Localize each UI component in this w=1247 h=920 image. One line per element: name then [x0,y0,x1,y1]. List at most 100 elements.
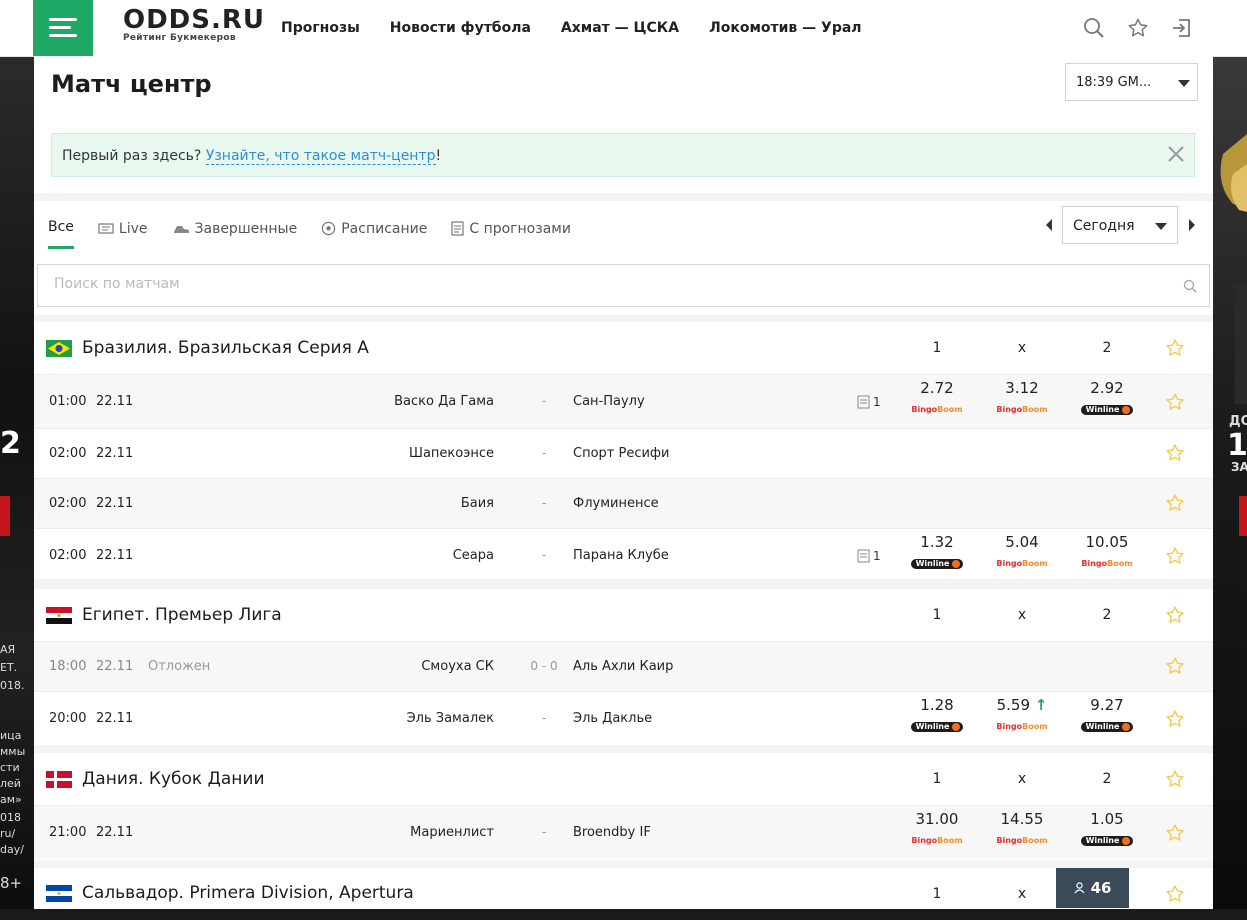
star-icon[interactable] [1165,443,1185,463]
menu-button[interactable] [33,0,93,56]
predictions-number: 1 [873,395,881,409]
match-row[interactable]: 18:00 22.11 Отложен Смоуха СК 0 - 0 Аль … [34,641,1213,691]
score-separator: - [541,446,547,460]
odd-1[interactable]: 31.00 BingoBoom [905,810,969,847]
nav-link-match-2[interactable]: Локомотив — Урал [709,20,861,36]
league-name[interactable]: Египет. Премьер Лига [82,605,282,625]
odd-1[interactable]: 2.72 BingoBoom [905,379,969,416]
odd-1[interactable]: 1.28 Winline [905,696,969,733]
odd-1[interactable]: 1.32 Winline [905,533,969,570]
league-header: Сальвадор. Primera Division, Apertura 1 … [34,868,1213,920]
day-select[interactable]: Сегодня [1062,206,1178,244]
away-team[interactable]: Broendby IF [573,825,651,840]
search-icon[interactable] [1183,279,1197,293]
away-team[interactable]: Эль Даклье [573,711,652,726]
match-status: Отложен [148,659,211,674]
tab-with-predictions[interactable]: С прогнозами [451,219,571,249]
flag-egypt-icon [46,607,72,624]
timezone-select[interactable]: 18:39 GM... [1065,63,1198,101]
right-ad-banner[interactable]: ДО 1( ЗА [1213,56,1247,909]
away-team[interactable]: Аль Ахли Каир [573,659,673,674]
match-row[interactable]: 02:00 22.11 Шапекоэнсе - Спорт Ресифи [34,428,1213,478]
home-team[interactable]: Мариенлист [410,825,494,840]
favorites-star-icon[interactable] [1127,17,1149,39]
online-users-badge[interactable]: 46 [1056,868,1129,908]
odd-x[interactable]: 3.12 BingoBoom [990,379,1054,416]
flag-denmark-icon [46,771,72,788]
home-team[interactable]: Эль Замалек [407,711,494,726]
left-ad-banner[interactable]: АЯ ЕТ. 018. ица ммы сти лей ам» 018 ru/ … [0,56,34,909]
login-icon[interactable] [1171,17,1193,39]
odd-2[interactable]: 10.05 BingoBoom [1075,533,1139,570]
away-team[interactable]: Флуминенсе [573,496,659,511]
tab-label: Расписание [341,220,428,237]
home-team[interactable]: Шапекоэнсе [409,446,494,461]
star-icon[interactable] [1165,823,1185,843]
star-icon[interactable] [1165,546,1185,566]
odds-header-1: 1 [932,340,942,356]
away-team[interactable]: Парана Клубе [573,548,669,563]
ad-button[interactable] [1239,496,1247,536]
predictions-count[interactable]: 1 [857,395,881,409]
away-team[interactable]: Спорт Ресифи [573,446,669,461]
tab-live[interactable]: Live [98,219,148,249]
star-icon[interactable] [1165,884,1185,904]
tab-label: Завершенные [194,220,298,237]
odd-x[interactable]: 5.59 ↑ BingoBoom [990,696,1054,733]
odd-x[interactable]: 14.55 BingoBoom [990,810,1054,847]
search-icon[interactable] [1083,17,1105,39]
league-brazil: Бразилия. Бразильская Серия А 1 x 2 01:0… [34,322,1213,579]
match-row[interactable]: 01:00 22.11 Васко Да Гама - Сан-Паулу 1 … [34,374,1213,428]
nav-link-predictions[interactable]: Прогнозы [281,20,360,36]
league-name[interactable]: Сальвадор. Primera Division, Apertura [82,883,414,903]
odd-2[interactable]: 9.27 Winline [1075,696,1139,733]
league-header: Бразилия. Бразильская Серия А 1 x 2 [34,322,1213,374]
nav-link-match-1[interactable]: Ахмат — ЦСКА [561,20,679,36]
odds-header-x: x [1017,340,1027,356]
odd-2[interactable]: 1.05 Winline [1075,810,1139,847]
home-team[interactable]: Сеара [453,548,494,563]
star-icon[interactable] [1165,605,1185,625]
star-icon[interactable] [1165,392,1185,412]
notice-link[interactable]: Узнайте, что такое матч-центр [205,148,436,165]
bookmaker-winline-logo: Winline [910,559,964,569]
arrow-right-icon[interactable] [1187,218,1197,232]
nav-link-football-news[interactable]: Новости футбола [390,20,531,36]
match-row[interactable]: 20:00 22.11 Эль Замалек - Эль Даклье 1.2… [34,691,1213,745]
ad-button[interactable] [0,496,10,536]
close-icon[interactable] [1166,144,1186,164]
match-row[interactable]: 02:00 22.11 Баия - Флуминенсе [34,478,1213,528]
star-icon[interactable] [1165,709,1185,729]
star-icon[interactable] [1165,769,1185,789]
home-team[interactable]: Баия [461,496,494,511]
match-row[interactable]: 21:00 22.11 Мариенлист - Broendby IF 31.… [34,805,1213,859]
match-date: 22.11 [96,496,134,511]
site-logo[interactable]: ODDS.RU Рейтинг Букмекеров [123,6,265,43]
league-name[interactable]: Бразилия. Бразильская Серия А [82,338,369,358]
match-row[interactable]: 02:00 22.11 Сеара - Парана Клубе 1 1.32 W… [34,528,1213,582]
away-team[interactable]: Сан-Паулу [573,394,645,409]
star-icon[interactable] [1165,493,1185,513]
tab-label: Все [48,219,74,235]
ad-text: ДО [1229,414,1247,429]
page-title: Матч центр [51,70,212,98]
boot-icon [173,225,189,233]
odd-2[interactable]: 2.92 Winline [1075,379,1139,416]
match-search [37,264,1210,307]
arrow-left-icon[interactable] [1044,218,1054,232]
score-separator: - [541,394,547,408]
star-icon[interactable] [1165,656,1185,676]
odd-x[interactable]: 5.04 BingoBoom [990,533,1054,570]
home-team[interactable]: Смоуха СК [421,659,494,674]
home-team[interactable]: Васко Да Гама [394,394,494,409]
odd-value: 1.32 [920,533,954,551]
tab-all[interactable]: Все [48,219,74,249]
tab-schedule[interactable]: Расписание [321,219,427,249]
star-icon[interactable] [1165,338,1185,358]
odds-header-1: 1 [932,771,942,787]
main-nav: Прогнозы Новости футбола Ахмат — ЦСКА Ло… [281,20,862,36]
predictions-count[interactable]: 1 [857,549,881,563]
search-input[interactable] [52,275,1156,293]
tab-finished[interactable]: Завершенные [172,219,298,249]
league-name[interactable]: Дания. Кубок Дании [82,769,265,789]
